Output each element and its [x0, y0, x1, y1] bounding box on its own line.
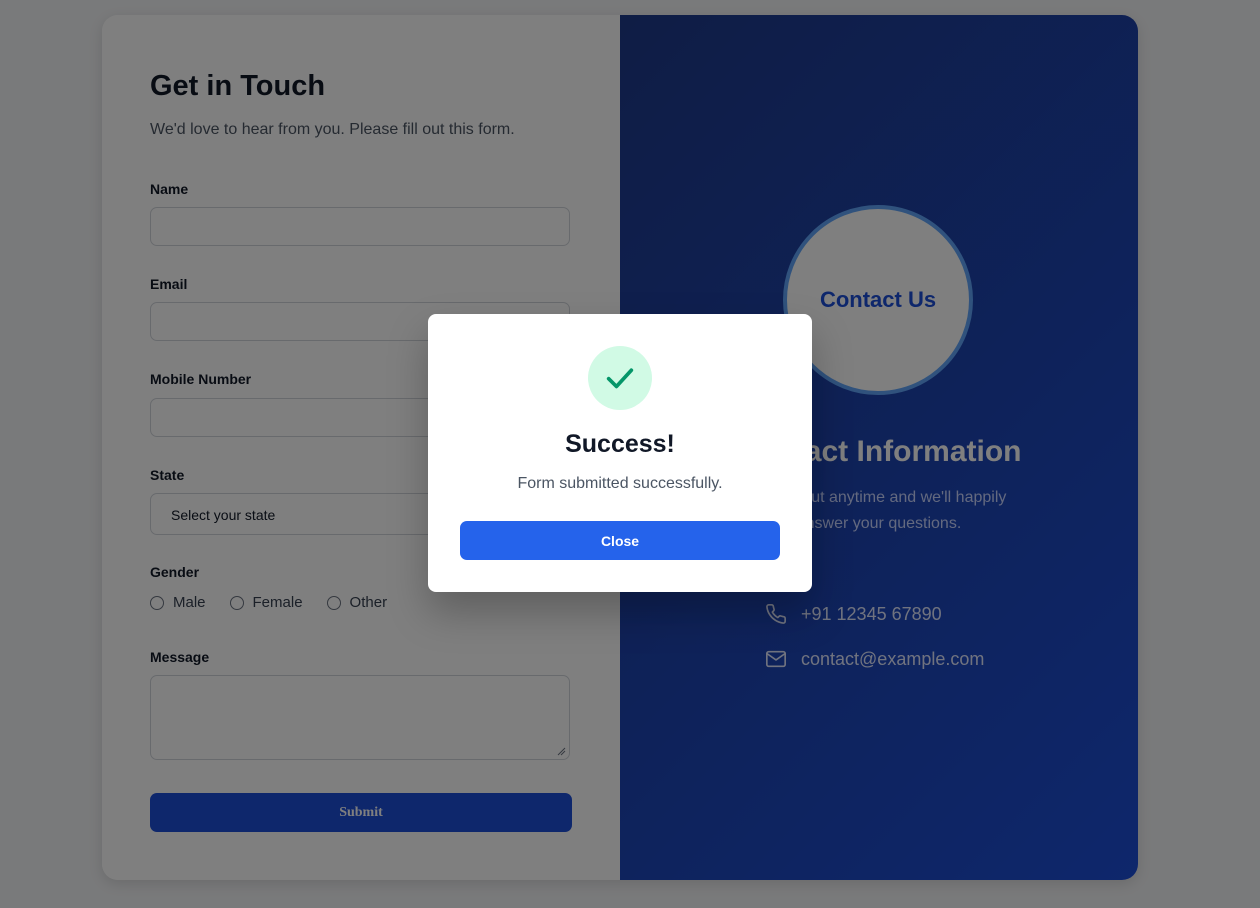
check-icon: [606, 368, 634, 389]
success-icon-badge: [588, 346, 652, 410]
dialog-title: Success!: [565, 430, 675, 458]
success-dialog: Success! Form submitted successfully. Cl…: [428, 314, 812, 592]
dialog-message: Form submitted successfully.: [517, 475, 723, 492]
close-button[interactable]: Close: [460, 521, 780, 560]
